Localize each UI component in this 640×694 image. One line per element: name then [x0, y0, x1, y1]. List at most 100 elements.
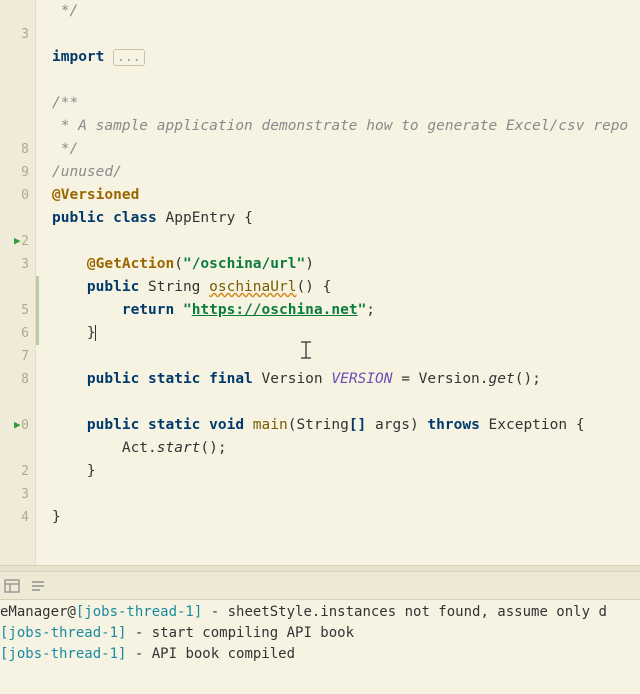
code-token: Act.	[52, 440, 157, 456]
console-token: - sheetStyle.instances not found, assume…	[202, 604, 607, 620]
code-token: (String	[288, 417, 349, 433]
code-token: AppEntry	[166, 210, 245, 226]
code-line[interactable]: /unused/	[52, 161, 640, 184]
console-token: [jobs-thread-1]	[76, 604, 202, 620]
console-token: [jobs-thread-1]	[0, 625, 126, 641]
line-number: 8	[0, 138, 35, 161]
code-token: get	[489, 371, 515, 387]
line-number: 8	[0, 368, 35, 391]
code-token	[52, 417, 87, 433]
code-token: import	[52, 49, 113, 65]
code-line[interactable]: Act.start();	[52, 437, 640, 460]
code-area[interactable]: */ import ... /** * A sample application d…	[36, 0, 640, 565]
code-line[interactable]: return "https://oschina.net";	[52, 299, 640, 322]
run-gutter-icon[interactable]: ▶	[14, 234, 21, 247]
code-line[interactable]: * A sample application demonstrate how t…	[52, 115, 640, 138]
console-output[interactable]: eManager@[jobs-thread-1] - sheetStyle.in…	[0, 600, 640, 692]
line-number	[0, 276, 35, 299]
editor-area[interactable]: 38902356780234▶▶ */import .../** * A sam…	[0, 0, 640, 565]
code-token: args	[375, 417, 410, 433]
line-number	[0, 207, 35, 230]
code-token: Version	[262, 371, 332, 387]
code-line[interactable]: }	[52, 460, 640, 483]
code-token: {	[244, 210, 253, 226]
line-number: 2	[0, 460, 35, 483]
line-number: 7	[0, 345, 35, 368]
console-token: eManager@	[0, 604, 76, 620]
code-token: "	[183, 302, 192, 318]
line-number: 0	[0, 184, 35, 207]
code-token: = Version.	[392, 371, 488, 387]
code-token: */	[52, 3, 78, 19]
code-line[interactable]: }	[52, 322, 640, 345]
code-token: (	[174, 256, 183, 272]
run-gutter-icon[interactable]: ▶	[14, 418, 21, 431]
console-line: [jobs-thread-1] - API book compiled	[0, 644, 640, 665]
code-token	[52, 256, 87, 272]
code-line[interactable]: @Versioned	[52, 184, 640, 207]
code-token: main	[253, 417, 288, 433]
code-token: @Versioned	[52, 187, 139, 203]
code-line[interactable]: /**	[52, 92, 640, 115]
line-number	[0, 0, 35, 23]
code-token: ()	[296, 279, 322, 295]
code-line[interactable]: */	[52, 0, 640, 23]
code-line[interactable]	[52, 69, 640, 92]
code-token: * A sample application demonstrate how t…	[52, 118, 628, 134]
code-line[interactable]: @GetAction("/oschina/url")	[52, 253, 640, 276]
code-token: )	[305, 256, 314, 272]
line-number	[0, 437, 35, 460]
code-token: public static final	[87, 371, 262, 387]
code-token: {	[323, 279, 332, 295]
code-line[interactable]: public String oschinaUrl() {	[52, 276, 640, 299]
code-line[interactable]	[52, 345, 640, 368]
code-line[interactable]	[52, 483, 640, 506]
code-line[interactable]	[52, 529, 640, 552]
code-token: {	[576, 417, 585, 433]
code-token: ();	[200, 440, 226, 456]
console-line: eManager@[jobs-thread-1] - sheetStyle.in…	[0, 602, 640, 623]
code-line[interactable]: public class AppEntry {	[52, 207, 640, 230]
code-token: public class	[52, 210, 166, 226]
code-line[interactable]: }	[52, 506, 640, 529]
layout-icon[interactable]	[4, 578, 20, 594]
code-token: Exception	[489, 417, 576, 433]
code-line[interactable]	[52, 23, 640, 46]
code-line[interactable]: */	[52, 138, 640, 161]
code-token: /unused/	[52, 164, 122, 180]
line-number: 5	[0, 299, 35, 322]
line-number: 4	[0, 506, 35, 529]
code-line[interactable]: public static final Version VERSION = Ve…	[52, 368, 640, 391]
code-token	[52, 279, 87, 295]
code-token: "/oschina/url"	[183, 256, 305, 272]
console-line: [jobs-thread-1] - start compiling API bo…	[0, 623, 640, 644]
line-number: 3	[0, 253, 35, 276]
code-token: oschinaUrl	[209, 279, 296, 295]
gutter[interactable]: 38902356780234▶▶	[0, 0, 36, 565]
code-token: throws	[427, 417, 488, 433]
console-toolbar	[0, 572, 640, 600]
code-token: @GetAction	[87, 256, 174, 272]
code-token: public	[87, 279, 148, 295]
line-number: 6	[0, 322, 35, 345]
pane-splitter[interactable]	[0, 565, 640, 572]
code-token: public static void	[87, 417, 253, 433]
code-token: return	[122, 302, 183, 318]
line-number	[0, 115, 35, 138]
line-number	[0, 391, 35, 414]
code-token: ;	[366, 302, 375, 318]
code-line[interactable]	[52, 230, 640, 253]
code-line[interactable]: import ...	[52, 46, 640, 69]
code-token: /**	[52, 95, 78, 111]
code-token: */	[52, 141, 78, 157]
code-token: String	[148, 279, 209, 295]
code-token: ...	[113, 49, 144, 66]
soft-wrap-icon[interactable]	[30, 578, 46, 594]
code-token: VERSION	[331, 371, 392, 387]
line-number: 3	[0, 483, 35, 506]
line-number	[0, 46, 35, 69]
code-line[interactable]: public static void main(String[] args) t…	[52, 414, 640, 437]
line-number	[0, 92, 35, 115]
code-line[interactable]	[52, 391, 640, 414]
code-token: []	[349, 417, 375, 433]
